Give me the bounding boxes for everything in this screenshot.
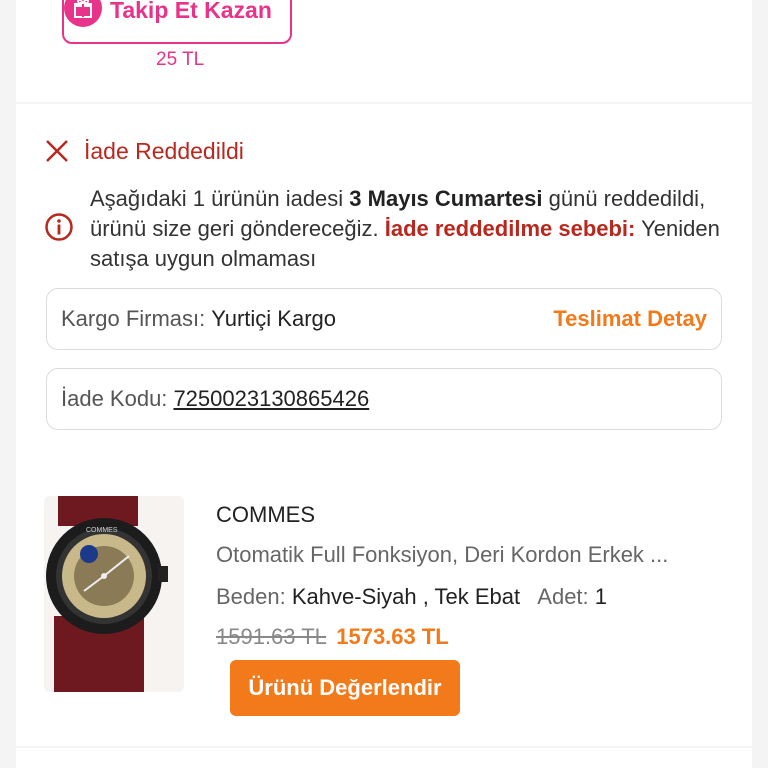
qty-label: Adet: [537,584,589,609]
next-card [16,748,752,768]
follow-earn-label: Takip Et Kazan [110,0,272,23]
return-code-value[interactable]: 7250023130865426 [173,386,369,412]
return-description: Aşağıdaki 1 ürünün iadesi 3 Mayıs Cumart… [90,184,730,274]
new-price: 1573.63 TL [336,624,449,649]
product-variant: Beden: Kahve-Siyah , Tek Ebat Adet: 1 [216,584,607,610]
desc-text-1: Aşağıdaki 1 ürünün iadesi [90,186,350,211]
qty-value: 1 [594,584,608,609]
price-row: 1591.63 TL 1573.63 TL [216,624,449,650]
product-brand: COMMES [216,502,315,527]
gift-icon [64,0,102,27]
product-name[interactable]: Otomatik Full Fonksiyon, Deri Kordon Erk… [216,542,726,568]
campaign-card: Takip Et Kazan 25 TL [16,0,752,102]
return-status: İade Reddedildi [44,136,244,166]
return-detail-card: İade Reddedildi Aşağıdaki 1 ürünün iades… [16,104,752,746]
watch-dial-brand: COMMES [86,527,118,534]
delivery-detail-link[interactable]: Teslimat Detay [553,306,707,332]
rejection-reason-label: İade reddedilme sebebi: [384,216,636,241]
desc-date: 3 Mayıs Cumartesi [349,186,543,211]
return-status-title: İade Reddedildi [84,137,244,164]
return-code-box: İade Kodu: 7250023130865426 [46,368,722,430]
cargo-company: Yurtiçi Kargo [211,306,336,331]
close-icon [46,140,68,162]
size-value: Kahve-Siyah , Tek Ebat [291,584,521,609]
follow-earn-button[interactable]: Takip Et Kazan [62,0,292,44]
return-code-label: İade Kodu: [61,386,168,411]
size-label: Beden: [216,584,286,609]
info-icon [45,213,73,241]
product-image[interactable]: COMMES [44,496,184,692]
cargo-box: Kargo Firması: Yurtiçi Kargo Teslimat Det… [46,288,722,350]
cargo-label: Kargo Firması: [61,306,206,331]
follow-earn-amount: 25 TL [156,49,205,70]
review-product-button[interactable]: Ürünü Değerlendir [230,660,460,716]
old-price: 1591.63 TL [216,624,327,649]
